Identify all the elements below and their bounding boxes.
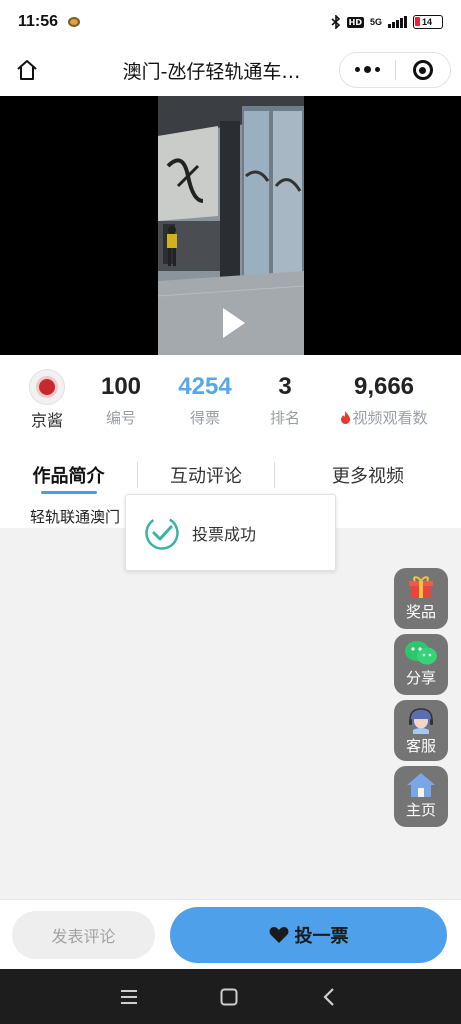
stat-number-label: 编号 [105,409,136,427]
system-home-button[interactable] [215,983,243,1011]
prize-label: 奖品 [405,603,436,621]
hd-badge: HD [346,16,364,28]
home-outline-icon [17,60,37,80]
status-time: 11:56 [18,13,59,30]
homepage-label: 主页 [405,801,436,819]
home-button[interactable] [0,44,54,96]
notification-icon [68,17,81,27]
nav-bar: 澳门-氹仔轻轨通车… [0,44,461,96]
tab-introduction[interactable]: 作品简介 [0,447,137,502]
stat-views: 9,666 视频观看数 [334,373,434,428]
status-bar: 11:56 HD 5G 14 [0,0,461,44]
network-type: 5G [369,17,382,27]
stat-rank-label: 排名 [269,409,300,427]
homepage-button[interactable]: 主页 [394,766,448,827]
vote-success-toast: 投票成功 [125,494,336,571]
stat-number: 100 编号 [93,373,149,428]
stat-views-value: 9,666 [353,373,415,400]
gift-icon [409,576,433,598]
prize-button[interactable]: 奖品 [394,568,448,629]
menu-icon [121,990,137,1004]
play-icon[interactable] [221,306,247,340]
stat-number-value: 100 [100,373,142,400]
stat-rank: 3 排名 [260,373,310,428]
stats-row: 京酱 100 编号 4254 得票 3 排名 9,666 视频观看数 [0,355,461,447]
customer-service-label: 客服 [405,737,436,755]
battery-level: 14 [422,17,433,27]
stat-votes-label: 得票 [189,409,220,427]
page-title: 澳门-氹仔轻轨通车… [122,60,301,83]
signal-icon [388,16,407,28]
check-circle-icon [145,515,179,550]
post-comment-button[interactable]: 发表评论 [12,911,155,959]
battery-icon: 14 [413,15,443,29]
close-button[interactable] [396,60,451,80]
flame-icon [341,411,351,424]
stat-votes-value: 4254 [178,373,232,400]
back-button[interactable] [315,983,343,1011]
bottom-action-bar: 发表评论 投一票 [0,899,461,969]
stat-views-label: 视频观看数 [352,409,428,427]
toast-message: 投票成功 [192,524,257,544]
square-icon [220,988,238,1006]
status-indicators: HD 5G 14 [331,15,443,29]
system-navigation-bar [0,969,461,1024]
customer-service-icon [409,708,433,734]
customer-service-button[interactable]: 客服 [394,700,448,761]
more-button[interactable] [340,66,395,73]
vote-button-label: 投一票 [294,926,349,947]
stat-votes: 4254 得票 [170,373,240,428]
introduction-text: 轻轨联通澳门 [30,508,121,526]
mini-program-capsule [339,52,451,88]
vote-button[interactable]: 投一票 [170,907,447,963]
target-icon [412,60,433,80]
author-name[interactable]: 京酱 [22,407,72,431]
back-arrow-icon [323,988,334,1006]
stat-rank-value: 3 [278,373,292,400]
bluetooth-icon [331,15,340,29]
stat-views-label-wrap: 视频观看数 [334,407,434,428]
wechat-icon [405,641,437,665]
recent-apps-button[interactable] [115,983,143,1011]
author-avatar[interactable] [29,369,65,405]
share-button[interactable]: 分享 [394,634,448,695]
home-icon [407,773,435,797]
heart-icon [269,927,288,943]
share-label: 分享 [405,669,436,687]
video-player[interactable] [0,96,461,355]
